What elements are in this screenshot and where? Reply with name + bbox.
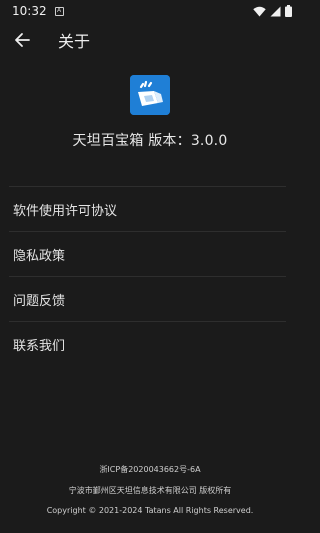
page-title: 关于: [58, 32, 91, 51]
menu-item-label: 联系我们: [13, 339, 66, 354]
icp-record[interactable]: 浙ICP备2020043662号-6A: [0, 464, 300, 475]
cell-signal-icon: [270, 6, 281, 16]
menu-item-feedback[interactable]: 问题反馈: [9, 277, 286, 322]
menu-item-label: 隐私政策: [13, 248, 66, 264]
toolbox-app-logo: [130, 75, 170, 115]
version-number: 3.0.0: [190, 133, 228, 149]
menu-item-license[interactable]: 软件使用许可协议: [9, 187, 286, 232]
app-version-line: 天坦百宝箱 版本：3.0.0: [0, 130, 300, 150]
app-bar: 关于: [0, 22, 300, 58]
battery-icon: [285, 5, 292, 17]
menu-item-privacy[interactable]: 隐私政策: [9, 232, 286, 277]
status-bar: 10:32 A: [0, 0, 300, 22]
app-logo: [130, 75, 170, 115]
back-button[interactable]: [0, 22, 44, 58]
menu-item-contact[interactable]: 联系我们: [9, 322, 286, 367]
status-icons: [253, 5, 292, 17]
company-notice: 宁波市鄞州区天坦信息技术有限公司 版权所有: [68, 486, 232, 495]
copyright-notice: Copyright © 2021-2024 Tatans All Rights …: [46, 506, 254, 515]
app-name: 天坦百宝箱: [72, 133, 144, 149]
about-screen: 10:32 A 关于 天坦百宝箱 版本：3.0.0 软件使用许可协议 隐私政策 …: [0, 0, 300, 533]
arrow-left-icon: [15, 33, 30, 47]
menu-item-label: 软件使用许可协议: [13, 203, 118, 219]
status-time: 10:32: [12, 4, 47, 18]
version-label: 版本：: [148, 133, 191, 149]
about-menu-list: 软件使用许可协议 隐私政策 问题反馈 联系我们: [9, 186, 286, 367]
wifi-icon: [253, 6, 266, 16]
app-notification-icon: A: [54, 6, 64, 16]
menu-item-label: 问题反馈: [13, 293, 66, 309]
